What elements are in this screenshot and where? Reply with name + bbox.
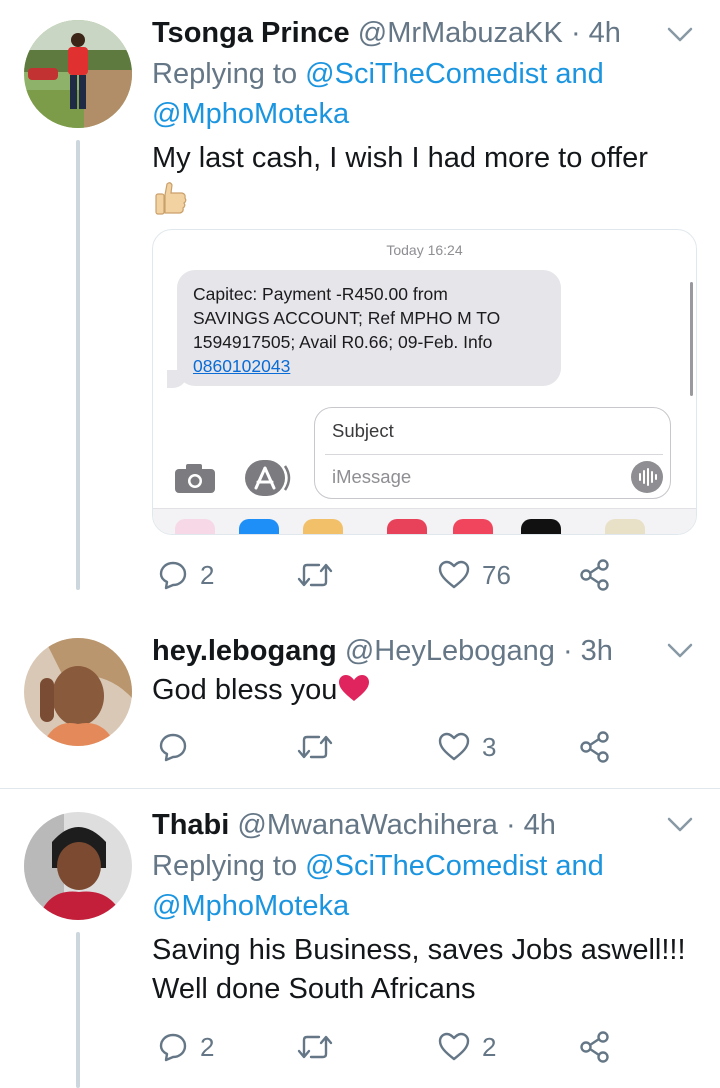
- display-name[interactable]: Tsonga Prince: [152, 17, 350, 49]
- thumbs-up-icon: [154, 180, 188, 221]
- mention-link[interactable]: @SciTheComedist: [305, 850, 547, 882]
- mention-link[interactable]: @MphoMoteka: [152, 890, 349, 922]
- retweet-button[interactable]: [297, 727, 333, 767]
- music-app-icon: [453, 519, 493, 534]
- like-count: 3: [482, 731, 497, 762]
- sms-phone-link[interactable]: 0860102043: [193, 354, 553, 378]
- like-button[interactable]: 2: [438, 1027, 496, 1067]
- share-icon: [580, 731, 609, 763]
- sms-line: SAVINGS ACCOUNT; Ref MPHO M TO: [193, 308, 501, 328]
- replying-and: and: [555, 850, 604, 882]
- imessage-placeholder: iMessage: [332, 466, 412, 487]
- timestamp[interactable]: · 3h: [563, 635, 613, 667]
- digital-touch-app-icon: [521, 519, 561, 534]
- reply-button[interactable]: [158, 727, 188, 767]
- photos-app-icon: [175, 519, 215, 534]
- avatar-thabi[interactable]: [24, 812, 132, 920]
- more-apps-icon: [605, 519, 645, 534]
- tweet-divider: [0, 788, 720, 789]
- imessage-compose-box: Subject iMessage: [314, 407, 671, 499]
- chevron-down-icon[interactable]: [666, 26, 694, 44]
- like-button[interactable]: 3: [438, 727, 496, 767]
- avatar-tsonga-prince[interactable]: [24, 20, 132, 128]
- audio-waveform-icon: [631, 461, 663, 493]
- reply-count: 2: [200, 559, 215, 590]
- replying-prefix: Replying to: [152, 58, 298, 90]
- mention-link[interactable]: @MphoMoteka: [152, 98, 349, 130]
- sms-line: Capitec: Payment -R450.00 from: [193, 284, 448, 304]
- like-count: 2: [482, 1031, 497, 1062]
- replying-to: Replying to @SciTheComedist and: [152, 54, 604, 94]
- tweet-header: hey.lebogang @HeyLebogang · 3h: [152, 633, 613, 669]
- memoji-app-icon: [303, 519, 343, 534]
- share-button[interactable]: [578, 1027, 612, 1067]
- subject-placeholder: Subject: [332, 420, 394, 441]
- tweet-text: God bless you: [152, 670, 371, 714]
- mention-link[interactable]: @SciTheComedist: [305, 58, 547, 90]
- retweet-button[interactable]: [297, 1027, 333, 1067]
- handle[interactable]: @HeyLebogang: [345, 635, 555, 667]
- tweet-text: My last cash, I wish I had more to offer: [152, 142, 648, 174]
- heart-icon: [438, 732, 470, 761]
- reply-icon: [159, 1033, 187, 1062]
- sms-line: 1594917505; Avail R0.66; 09-Feb. Info: [193, 332, 493, 352]
- handle[interactable]: @MrMabuzaKK: [358, 17, 563, 49]
- heart-icon: [438, 1032, 470, 1061]
- replying-prefix: Replying to: [152, 850, 298, 882]
- retweet-button[interactable]: [297, 555, 333, 595]
- camera-icon: [173, 462, 217, 499]
- reply-button[interactable]: 2: [158, 1027, 214, 1067]
- share-icon: [580, 1031, 609, 1063]
- avatar-hey-lebogang[interactable]: [24, 638, 132, 746]
- display-name[interactable]: Thabi: [152, 809, 229, 841]
- retweet-icon: [297, 1035, 333, 1059]
- replying-to: Replying to @SciTheComedist and: [152, 846, 604, 886]
- reply-count: 2: [200, 1031, 215, 1062]
- reply-icon: [159, 561, 187, 590]
- reply-icon: [159, 733, 187, 762]
- app-drawer: [153, 508, 696, 534]
- scrollbar: [690, 282, 693, 396]
- heart-icon: [438, 560, 470, 589]
- app-store-icon: [243, 458, 291, 503]
- tweet-text-line: Saving his Business, saves Jobs aswell!!…: [152, 934, 686, 966]
- thread-line: [76, 140, 80, 590]
- sms-text: Capitec: Payment -R450.00 from SAVINGS A…: [193, 282, 553, 378]
- replying-to-second: @MphoMoteka: [152, 886, 349, 926]
- web-images-app-icon: [387, 519, 427, 534]
- app-store-app-icon: [239, 519, 279, 534]
- tweet-header: Thabi @MwanaWachihera · 4h: [152, 807, 556, 843]
- replying-and: and: [555, 58, 604, 90]
- thread-line: [76, 932, 80, 1088]
- attached-image[interactable]: Today 16:24 Capitec: Payment -R450.00 fr…: [152, 229, 697, 535]
- chevron-down-icon[interactable]: [666, 816, 694, 834]
- message-time-label: Today 16:24: [386, 242, 463, 258]
- like-count: 76: [482, 559, 511, 590]
- timestamp[interactable]: · 4h: [571, 17, 621, 49]
- chevron-down-icon[interactable]: [666, 642, 694, 660]
- share-button[interactable]: [578, 727, 612, 767]
- share-icon: [580, 559, 609, 591]
- retweet-icon: [297, 563, 333, 587]
- replying-to-second: @MphoMoteka: [152, 94, 349, 134]
- compose-divider: [325, 454, 663, 455]
- tweet-header: Tsonga Prince @MrMabuzaKK · 4h: [152, 15, 621, 51]
- reply-button[interactable]: 2: [158, 555, 214, 595]
- handle[interactable]: @MwanaWachihera: [237, 809, 497, 841]
- retweet-icon: [297, 735, 333, 759]
- tweet-text-content: God bless you: [152, 674, 338, 706]
- red-heart-icon: [337, 673, 371, 714]
- like-button[interactable]: 76: [438, 555, 511, 595]
- timestamp[interactable]: · 4h: [506, 809, 556, 841]
- tweet-text-line: Well done South Africans: [152, 973, 476, 1005]
- display-name[interactable]: hey.lebogang: [152, 635, 337, 667]
- share-button[interactable]: [578, 555, 612, 595]
